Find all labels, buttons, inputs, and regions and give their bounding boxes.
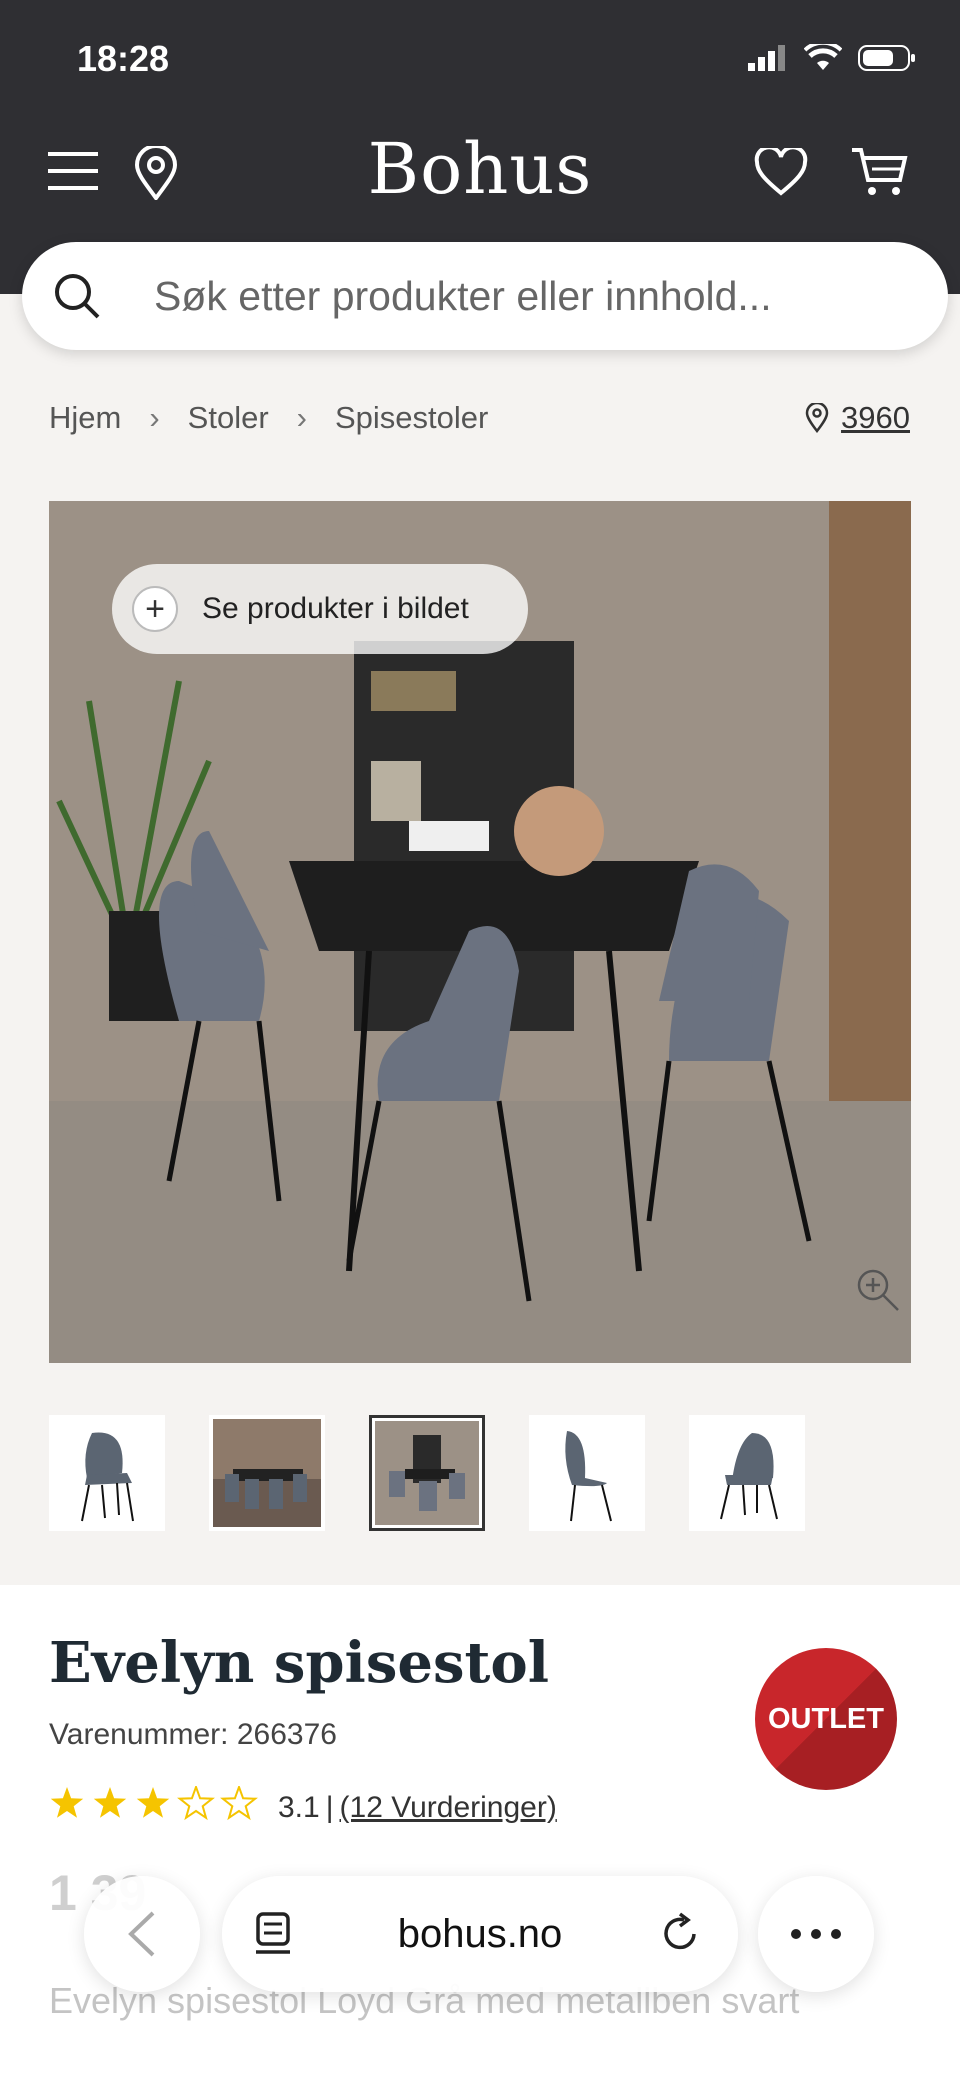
browser-url[interactable]: bohus.no: [222, 1912, 738, 1957]
see-products-button[interactable]: + Se produkter i bildet: [112, 564, 528, 654]
thumbnail-3-selected[interactable]: [369, 1415, 485, 1531]
see-products-label: Se produkter i bildet: [202, 592, 469, 625]
rating-value: 3.1: [278, 1791, 320, 1824]
battery-icon: [858, 45, 915, 71]
chevron-right-icon: ›: [149, 400, 160, 435]
more-dots-icon: [791, 1929, 841, 1939]
search-input[interactable]: Søk etter produkter eller innhold...: [154, 273, 772, 320]
product-rating: 3.1 | (12 Vurderinger): [49, 1784, 557, 1830]
rating-separator: |: [325, 1791, 334, 1824]
thumbnail-5[interactable]: [689, 1415, 805, 1531]
product-sku: Varenummer: 266376: [49, 1718, 337, 1751]
rating-count-link[interactable]: (12 Vurderinger): [340, 1791, 557, 1825]
thumbnail-1[interactable]: [49, 1415, 165, 1531]
breadcrumb-spisestoler[interactable]: Spisestoler: [335, 400, 488, 436]
thumbnail-2[interactable]: [209, 1415, 325, 1531]
star-rating: [49, 1784, 264, 1830]
location-pin-icon: [805, 403, 829, 433]
chevron-left-icon: [128, 1911, 155, 1957]
room-image: [375, 1421, 479, 1525]
zoom-in-icon[interactable]: [855, 1267, 901, 1313]
room-image: [213, 1419, 321, 1527]
star-filled-icon: [93, 1787, 127, 1818]
star-empty-icon: [177, 1784, 215, 1821]
product-title: Evelyn spisestol: [49, 1630, 550, 1696]
status-time: 18:28: [77, 38, 170, 79]
store-selector[interactable]: 3960: [805, 400, 910, 436]
chair-image: [720, 1433, 778, 1520]
breadcrumb-stoler[interactable]: Stoler: [188, 400, 269, 436]
chair-image: [81, 1432, 134, 1522]
plus-icon: +: [132, 586, 178, 632]
wifi-icon: [804, 44, 842, 70]
search-icon: [55, 274, 100, 319]
heart-icon[interactable]: [754, 148, 808, 196]
cart-icon[interactable]: [850, 146, 908, 198]
breadcrumb-home[interactable]: Hjem: [49, 400, 121, 436]
browser-more-button[interactable]: [758, 1876, 874, 1992]
stars-graphic: [50, 1784, 258, 1821]
star-empty-icon: [220, 1784, 258, 1821]
thumbnail-4[interactable]: [529, 1415, 645, 1531]
browser-address-bar[interactable]: bohus.no: [222, 1876, 738, 1992]
outlet-badge: OUTLET: [755, 1648, 897, 1790]
store-number[interactable]: 3960: [841, 400, 910, 436]
signal-icon: [748, 45, 785, 71]
chevron-right-icon: ›: [296, 400, 307, 435]
star-filled-icon: [136, 1787, 170, 1818]
star-filled-icon: [50, 1787, 84, 1818]
thumbnail-strip: [49, 1415, 805, 1531]
product-main-image[interactable]: + Se produkter i bildet: [49, 501, 911, 1363]
search-bar[interactable]: Søk etter produkter eller innhold...: [22, 242, 948, 350]
browser-back-button[interactable]: [84, 1876, 200, 1992]
status-icons: [748, 44, 916, 72]
bohus-logo[interactable]: Bohus: [0, 128, 960, 210]
chair-image: [565, 1431, 612, 1522]
reload-icon[interactable]: [662, 1912, 702, 1956]
breadcrumb: Hjem › Stoler › Spisestoler: [49, 400, 488, 436]
